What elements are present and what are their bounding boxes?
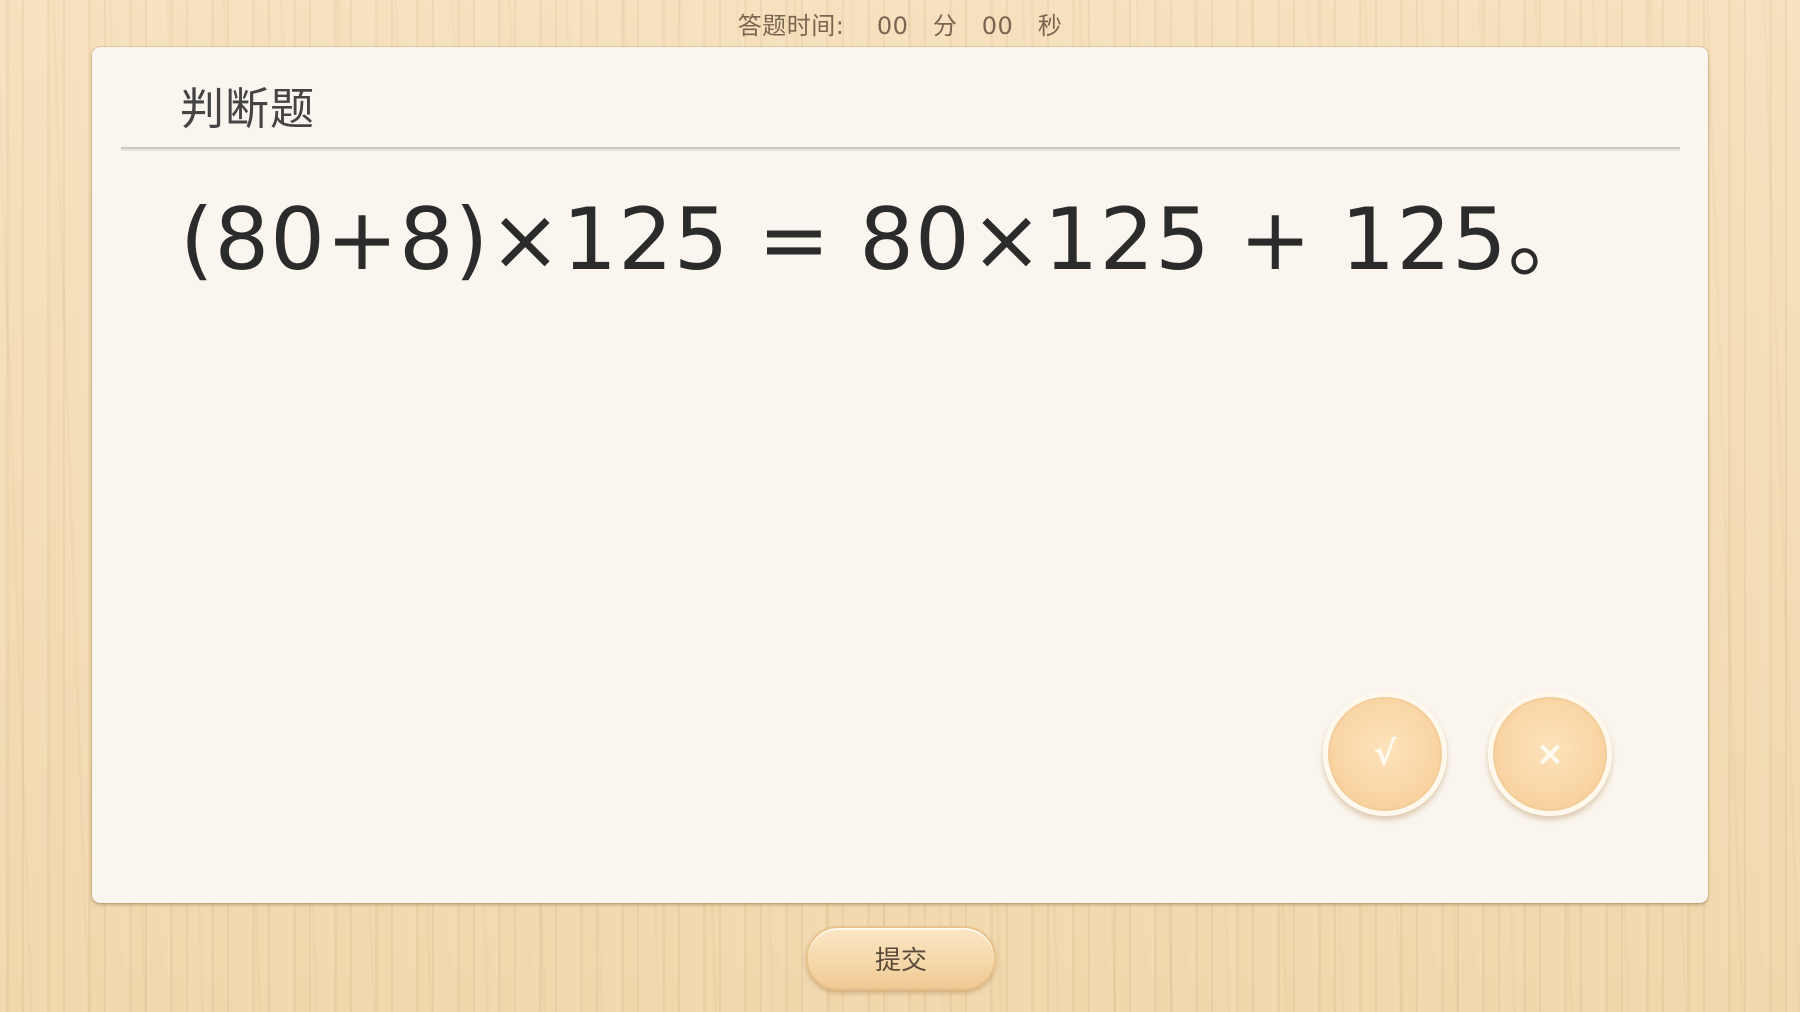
false-answer-button[interactable]: × [1488,692,1612,816]
timer-minutes-unit: 分 [932,12,958,40]
timer-label: 答题时间: [737,12,845,40]
question-text: (80+8)×125 = 80×125 + 125。 [180,190,1595,290]
timer-minutes: 00 [876,12,909,40]
question-card: 判断题 (80+8)×125 = 80×125 + 125。 √ × [92,47,1708,903]
timer-seconds: 00 [981,12,1014,40]
answer-timer: 答题时间: 00 分 00 秒 [0,6,1800,41]
cross-icon: × [1535,734,1565,774]
timer-seconds-unit: 秒 [1037,12,1063,40]
title-divider [121,147,1680,151]
submit-button[interactable]: 提交 [806,926,996,990]
true-answer-button[interactable]: √ [1323,692,1447,816]
question-type-title: 判断题 [180,84,315,135]
check-icon: √ [1373,734,1397,774]
submit-label: 提交 [874,945,927,976]
